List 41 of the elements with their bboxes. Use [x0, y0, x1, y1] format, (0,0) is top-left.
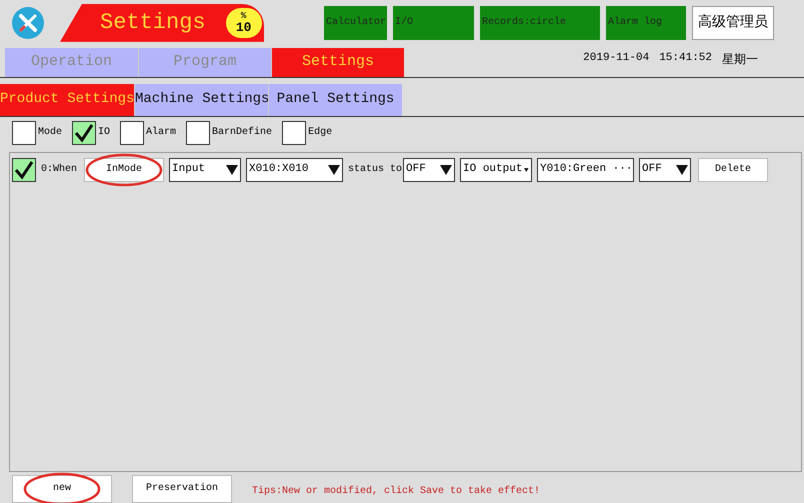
page-title: Settings	[100, 9, 206, 38]
checkmark-icon	[74, 122, 94, 143]
checkbox[interactable]	[12, 158, 36, 182]
checkmark-icon	[14, 160, 34, 180]
menu-button[interactable]: Records:circle	[480, 6, 600, 40]
menu-button[interactable]: Calculator	[324, 6, 387, 40]
dropdown-arrow-icon	[226, 164, 238, 175]
percent-badge: % 10	[226, 8, 262, 38]
dropdown[interactable]: OFF	[639, 158, 692, 182]
dropdown-arrow-icon	[440, 164, 452, 175]
filter-label: IO	[98, 126, 110, 140]
checkbox[interactable]	[186, 120, 210, 145]
delete-button[interactable]: Delete	[698, 158, 768, 182]
tip-text: Tips:New or modified, click Save to take effect!	[252, 484, 540, 500]
menu-button[interactable]: Alarm log	[606, 6, 686, 40]
connector-text: status to	[348, 163, 402, 178]
filter-label: BarnDefine	[212, 126, 272, 140]
filter-label: Mode	[38, 126, 62, 140]
dropdown[interactable]: Input	[169, 158, 242, 182]
dropdown-arrow-icon	[328, 164, 340, 175]
dropdown[interactable]: IO output	[460, 158, 532, 182]
date-text: 2019-11-04	[583, 50, 650, 66]
menu-button[interactable]: I/O	[393, 6, 474, 40]
dropdown[interactable]: Y010:Green ···	[537, 158, 634, 182]
save-button[interactable]: Preservation	[132, 474, 232, 503]
rule-label: 0:When	[41, 162, 78, 178]
dropdown[interactable]: X010:X010	[246, 158, 344, 182]
checkbox[interactable]	[72, 120, 96, 145]
dropdown[interactable]: OFF	[403, 158, 456, 182]
weekday-text: 星期一	[722, 50, 758, 68]
checkbox[interactable]	[120, 120, 144, 145]
checkbox[interactable]	[12, 120, 36, 145]
time-text: 15:41:52	[659, 50, 712, 66]
tools-icon	[12, 6, 44, 39]
sub-tab[interactable]: Panel Settings	[268, 84, 402, 116]
checkbox[interactable]	[282, 120, 306, 145]
filter-label: Edge	[308, 126, 332, 140]
dropdown-arrow-icon	[676, 164, 688, 175]
filter-label: Alarm	[146, 126, 176, 140]
sub-tab[interactable]: Machine Settings	[134, 84, 268, 116]
user-button[interactable]: 高级管理员	[692, 6, 774, 40]
